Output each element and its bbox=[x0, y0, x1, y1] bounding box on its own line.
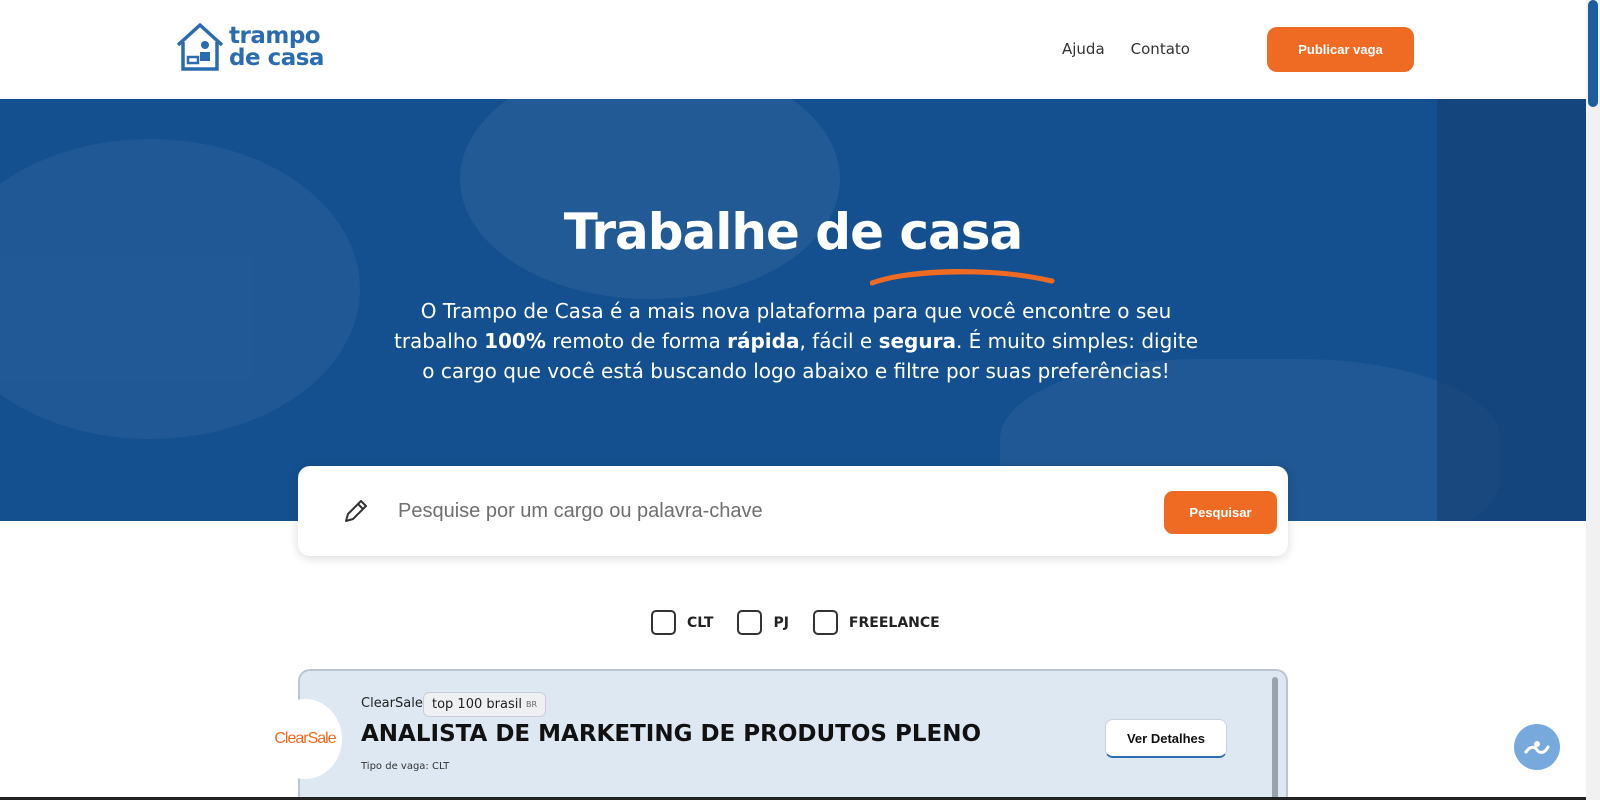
hero-bg-strip bbox=[1437, 99, 1586, 521]
house-logo-icon bbox=[176, 23, 224, 71]
filter-label: FREELANCE bbox=[848, 614, 940, 631]
logo-line1: trampo bbox=[229, 23, 321, 49]
logo-line2: de casa bbox=[229, 45, 324, 71]
hero-desc-text: remoto de forma bbox=[545, 329, 728, 353]
top-company-badge: top 100 brasil BR bbox=[423, 692, 546, 717]
job-type: Tipo de vaga: CLT bbox=[361, 761, 450, 772]
job-type-filters: CLT PJ FREELANCE bbox=[651, 610, 940, 635]
hero-desc-bold: rápida bbox=[727, 329, 800, 353]
scrollbar-thumb[interactable] bbox=[1588, 0, 1598, 107]
hero-desc-bold: 100% bbox=[484, 329, 546, 353]
hero-desc-text: , fácil e bbox=[799, 329, 879, 353]
underline-swoosh-icon bbox=[870, 269, 1055, 286]
hero-bg-shape bbox=[460, 99, 840, 299]
filter-checkbox[interactable] bbox=[812, 610, 838, 635]
filter-clt[interactable]: CLT bbox=[651, 610, 713, 635]
search-button[interactable]: Pesquisar bbox=[1164, 491, 1277, 534]
logo-text: trampo de casa bbox=[229, 23, 324, 71]
card-scrollbar[interactable] bbox=[1272, 677, 1278, 800]
search-bar: Pesquisar bbox=[298, 466, 1288, 556]
view-details-button[interactable]: Ver Detalhes bbox=[1105, 719, 1227, 758]
logo[interactable]: trampo de casa bbox=[174, 20, 324, 74]
hero-description: O Trampo de Casa é a mais nova plataform… bbox=[390, 296, 1202, 386]
filter-label: PJ bbox=[773, 614, 789, 631]
hero-bg-shape bbox=[0, 139, 360, 439]
hero-desc-bold: segura bbox=[878, 329, 956, 353]
job-title: ANALISTA DE MARKETING DE PRODUTOS PLENO bbox=[361, 721, 982, 747]
badge-suffix: BR bbox=[525, 700, 537, 709]
filter-checkbox[interactable] bbox=[651, 610, 676, 635]
filter-freelance[interactable]: FREELANCE bbox=[812, 610, 940, 635]
search-input[interactable] bbox=[398, 492, 1118, 530]
main-nav: Ajuda Contato bbox=[1062, 40, 1190, 58]
accessibility-icon bbox=[1524, 741, 1550, 754]
filter-label: CLT bbox=[687, 614, 714, 631]
badge-label: top 100 brasil bbox=[432, 697, 522, 712]
nav-link-ajuda[interactable]: Ajuda bbox=[1062, 40, 1105, 58]
floating-accessibility-button[interactable] bbox=[1514, 724, 1560, 770]
hero-section: Trabalhe de casa O Trampo de Casa é a ma… bbox=[0, 99, 1586, 521]
publish-job-button[interactable]: Publicar vaga bbox=[1267, 27, 1414, 72]
hero-title: Trabalhe de casa bbox=[563, 203, 1024, 261]
filter-checkbox[interactable] bbox=[737, 610, 763, 635]
page-scrollbar[interactable] bbox=[1586, 0, 1600, 800]
nav-link-contato[interactable]: Contato bbox=[1131, 40, 1190, 58]
company-logo: ClearSale bbox=[268, 699, 342, 779]
company-name: ClearSale bbox=[361, 696, 423, 711]
site-header: trampo de casa Ajuda Contato Publicar va… bbox=[0, 0, 1586, 99]
filter-pj[interactable]: PJ bbox=[737, 610, 789, 635]
pencil-icon bbox=[345, 500, 367, 522]
